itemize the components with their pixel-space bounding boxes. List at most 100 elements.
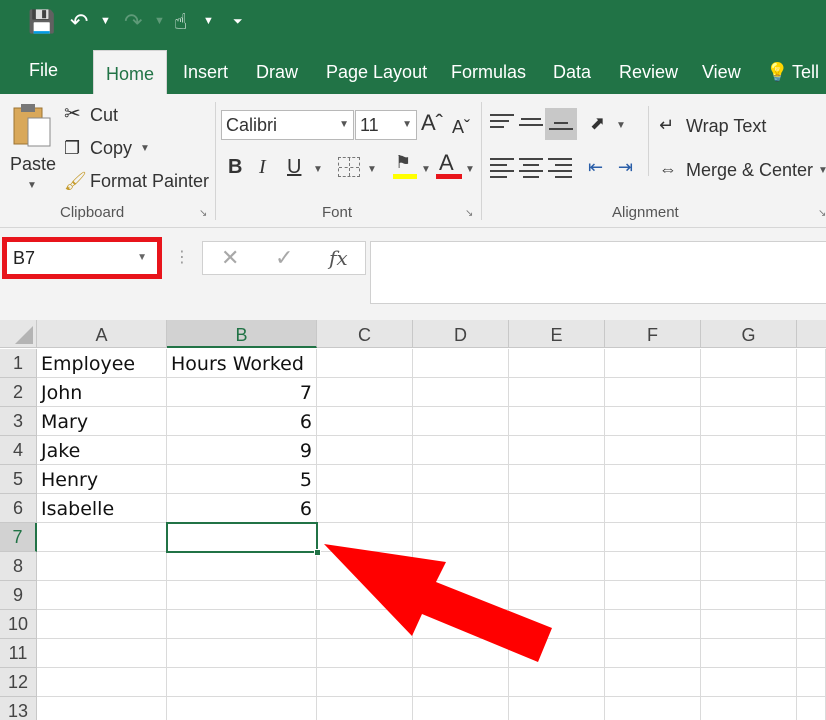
row-header-selected[interactable]: 7 bbox=[0, 523, 37, 552]
format-painter-button[interactable]: Format Painter bbox=[90, 169, 209, 193]
empty-cell[interactable] bbox=[413, 349, 509, 378]
empty-cell[interactable] bbox=[605, 494, 701, 523]
empty-cell[interactable] bbox=[701, 610, 797, 639]
formula-input[interactable] bbox=[370, 241, 826, 304]
paste-dropdown-icon[interactable]: ▼ bbox=[27, 180, 37, 191]
empty-cell[interactable] bbox=[37, 639, 167, 668]
empty-cell[interactable] bbox=[413, 668, 509, 697]
alignment-launcher-icon[interactable]: ↘ bbox=[818, 208, 826, 219]
touch-dropdown-icon[interactable]: ▼ bbox=[203, 10, 214, 32]
middle-align-icon[interactable] bbox=[519, 118, 543, 138]
font-color-dropdown-icon[interactable]: ▼ bbox=[465, 164, 475, 175]
empty-cell[interactable] bbox=[413, 494, 509, 523]
empty-cell[interactable] bbox=[701, 697, 797, 720]
empty-cell[interactable] bbox=[701, 378, 797, 407]
empty-cell[interactable] bbox=[413, 378, 509, 407]
empty-cell[interactable] bbox=[701, 349, 797, 378]
font-family-select[interactable]: Calibri ▼ bbox=[221, 110, 354, 140]
tab-draw[interactable]: Draw bbox=[256, 46, 298, 94]
tell-me-box[interactable]: Tell bbox=[792, 46, 819, 94]
empty-cell[interactable] bbox=[317, 407, 413, 436]
empty-cell[interactable] bbox=[167, 668, 317, 697]
empty-cell[interactable] bbox=[167, 610, 317, 639]
empty-cell[interactable] bbox=[797, 639, 826, 668]
empty-cell[interactable] bbox=[509, 697, 605, 720]
empty-cell[interactable] bbox=[317, 349, 413, 378]
cell-b3[interactable]: 6 bbox=[167, 407, 317, 436]
empty-cell[interactable] bbox=[701, 465, 797, 494]
tab-insert[interactable]: Insert bbox=[183, 46, 228, 94]
empty-cell[interactable] bbox=[317, 436, 413, 465]
empty-cell[interactable] bbox=[37, 523, 167, 552]
font-color-icon[interactable]: A bbox=[436, 150, 462, 180]
paste-button[interactable]: Paste bbox=[10, 152, 56, 176]
empty-cell[interactable] bbox=[797, 349, 826, 378]
empty-cell[interactable] bbox=[701, 639, 797, 668]
column-header-d[interactable]: D bbox=[413, 320, 509, 348]
borders-dropdown-icon[interactable]: ▼ bbox=[367, 164, 377, 175]
column-header-b[interactable]: B bbox=[167, 320, 317, 348]
customize-qat-icon[interactable]: ⏷ bbox=[233, 10, 243, 32]
top-align-icon[interactable] bbox=[490, 114, 514, 134]
column-header-g[interactable]: G bbox=[701, 320, 797, 348]
empty-cell[interactable] bbox=[797, 581, 826, 610]
cell-b2[interactable]: 7 bbox=[167, 378, 317, 407]
clipboard-launcher-icon[interactable]: ↘ bbox=[199, 208, 207, 219]
empty-cell[interactable] bbox=[413, 465, 509, 494]
cell-b1[interactable]: Hours Worked bbox=[167, 349, 317, 378]
empty-cell[interactable] bbox=[509, 494, 605, 523]
cell-b5[interactable]: 5 bbox=[167, 465, 317, 494]
copy-dropdown-icon[interactable]: ▼ bbox=[140, 143, 150, 154]
empty-cell[interactable] bbox=[605, 465, 701, 494]
empty-cell[interactable] bbox=[509, 407, 605, 436]
tab-file[interactable]: File bbox=[29, 46, 58, 94]
empty-cell[interactable] bbox=[37, 610, 167, 639]
underline-icon[interactable]: U bbox=[287, 154, 301, 180]
empty-cell[interactable] bbox=[37, 552, 167, 581]
enter-icon[interactable]: ✓ bbox=[275, 242, 293, 274]
empty-cell[interactable] bbox=[797, 552, 826, 581]
empty-cell[interactable] bbox=[797, 610, 826, 639]
italic-icon[interactable]: I bbox=[259, 154, 266, 180]
tab-page-layout[interactable]: Page Layout bbox=[326, 46, 427, 94]
empty-cell[interactable] bbox=[167, 552, 317, 581]
column-header-a[interactable]: A bbox=[37, 320, 167, 348]
empty-cell[interactable] bbox=[413, 436, 509, 465]
row-header[interactable]: 3 bbox=[0, 407, 37, 436]
empty-cell[interactable] bbox=[37, 581, 167, 610]
empty-cell[interactable] bbox=[413, 407, 509, 436]
empty-cell[interactable] bbox=[605, 436, 701, 465]
cell-a6[interactable]: Isabelle bbox=[37, 494, 167, 523]
empty-cell[interactable] bbox=[605, 407, 701, 436]
empty-cell[interactable] bbox=[605, 668, 701, 697]
paste-icon[interactable] bbox=[12, 102, 52, 148]
cell-a3[interactable]: Mary bbox=[37, 407, 167, 436]
empty-cell[interactable] bbox=[605, 697, 701, 720]
empty-cell[interactable] bbox=[701, 668, 797, 697]
row-header[interactable]: 8 bbox=[0, 552, 37, 581]
merge-dropdown-icon[interactable]: ▼ bbox=[818, 165, 826, 176]
column-header-e[interactable]: E bbox=[509, 320, 605, 348]
cell-a5[interactable]: Henry bbox=[37, 465, 167, 494]
empty-cell[interactable] bbox=[797, 494, 826, 523]
empty-cell[interactable] bbox=[509, 668, 605, 697]
tab-data[interactable]: Data bbox=[553, 46, 591, 94]
empty-cell[interactable] bbox=[605, 610, 701, 639]
decrease-font-icon[interactable]: Aˇ bbox=[452, 114, 470, 140]
tab-home[interactable]: Home bbox=[93, 50, 168, 94]
empty-cell[interactable] bbox=[37, 668, 167, 697]
fill-color-dropdown-icon[interactable]: ▼ bbox=[421, 164, 431, 175]
empty-cell[interactable] bbox=[701, 523, 797, 552]
underline-dropdown-icon[interactable]: ▼ bbox=[313, 164, 323, 175]
font-size-select[interactable]: 11 ▼ bbox=[355, 110, 417, 140]
orientation-icon[interactable]: ⬈ bbox=[590, 110, 605, 136]
empty-cell[interactable] bbox=[317, 465, 413, 494]
merge-center-button[interactable]: Merge & Center bbox=[686, 158, 813, 182]
row-header[interactable]: 4 bbox=[0, 436, 37, 465]
bottom-align-button[interactable] bbox=[545, 108, 577, 140]
empty-cell[interactable] bbox=[797, 436, 826, 465]
orientation-dropdown-icon[interactable]: ▼ bbox=[616, 120, 626, 131]
column-header-f[interactable]: F bbox=[605, 320, 701, 348]
row-header[interactable]: 11 bbox=[0, 639, 37, 668]
empty-cell[interactable] bbox=[605, 349, 701, 378]
